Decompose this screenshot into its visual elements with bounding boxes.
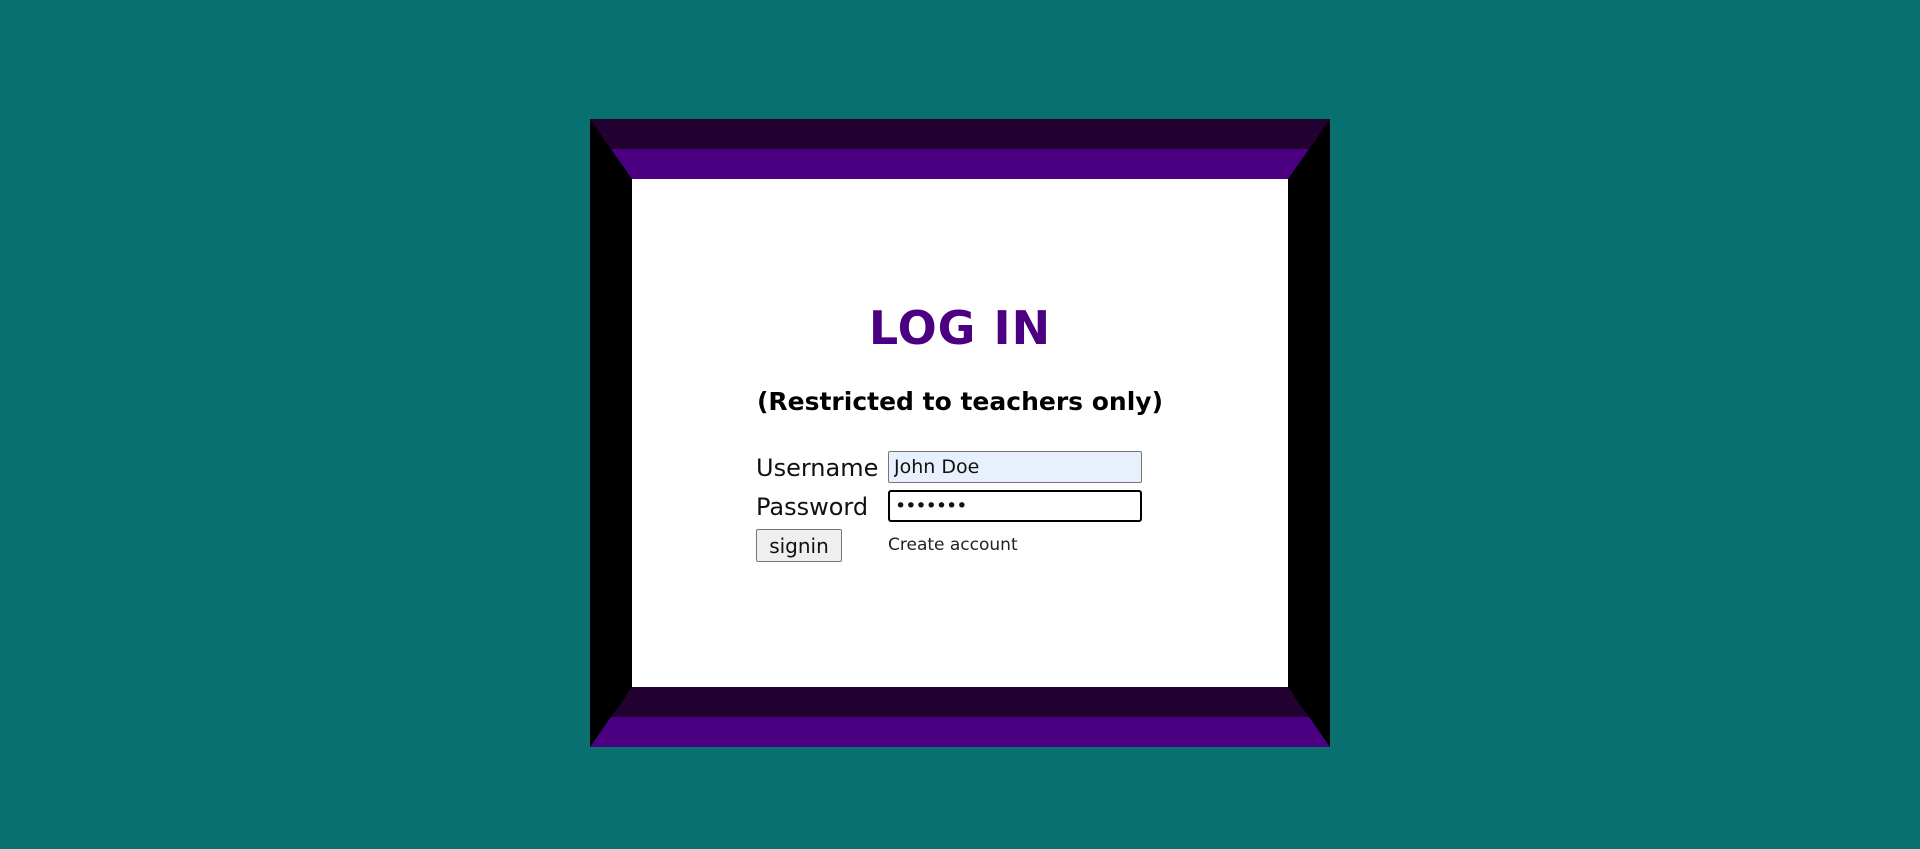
- page-title: LOG IN: [868, 301, 1052, 355]
- username-row: Username: [756, 451, 1176, 485]
- frame-bottom-band: [590, 717, 1330, 747]
- frame-top-band: [590, 119, 1330, 149]
- password-label: Password: [756, 493, 869, 521]
- username-input[interactable]: [888, 451, 1142, 483]
- password-row: Password: [756, 490, 1176, 524]
- signin-button[interactable]: signin: [756, 529, 842, 562]
- actions-row: signin Create account: [756, 529, 1176, 563]
- login-panel: LOG IN (Restricted to teachers only) Use…: [632, 179, 1288, 687]
- username-label: Username: [756, 454, 879, 482]
- create-account-link[interactable]: Create account: [888, 535, 1018, 555]
- password-input[interactable]: [888, 490, 1142, 522]
- page-subtitle: (Restricted to teachers only): [756, 387, 1164, 416]
